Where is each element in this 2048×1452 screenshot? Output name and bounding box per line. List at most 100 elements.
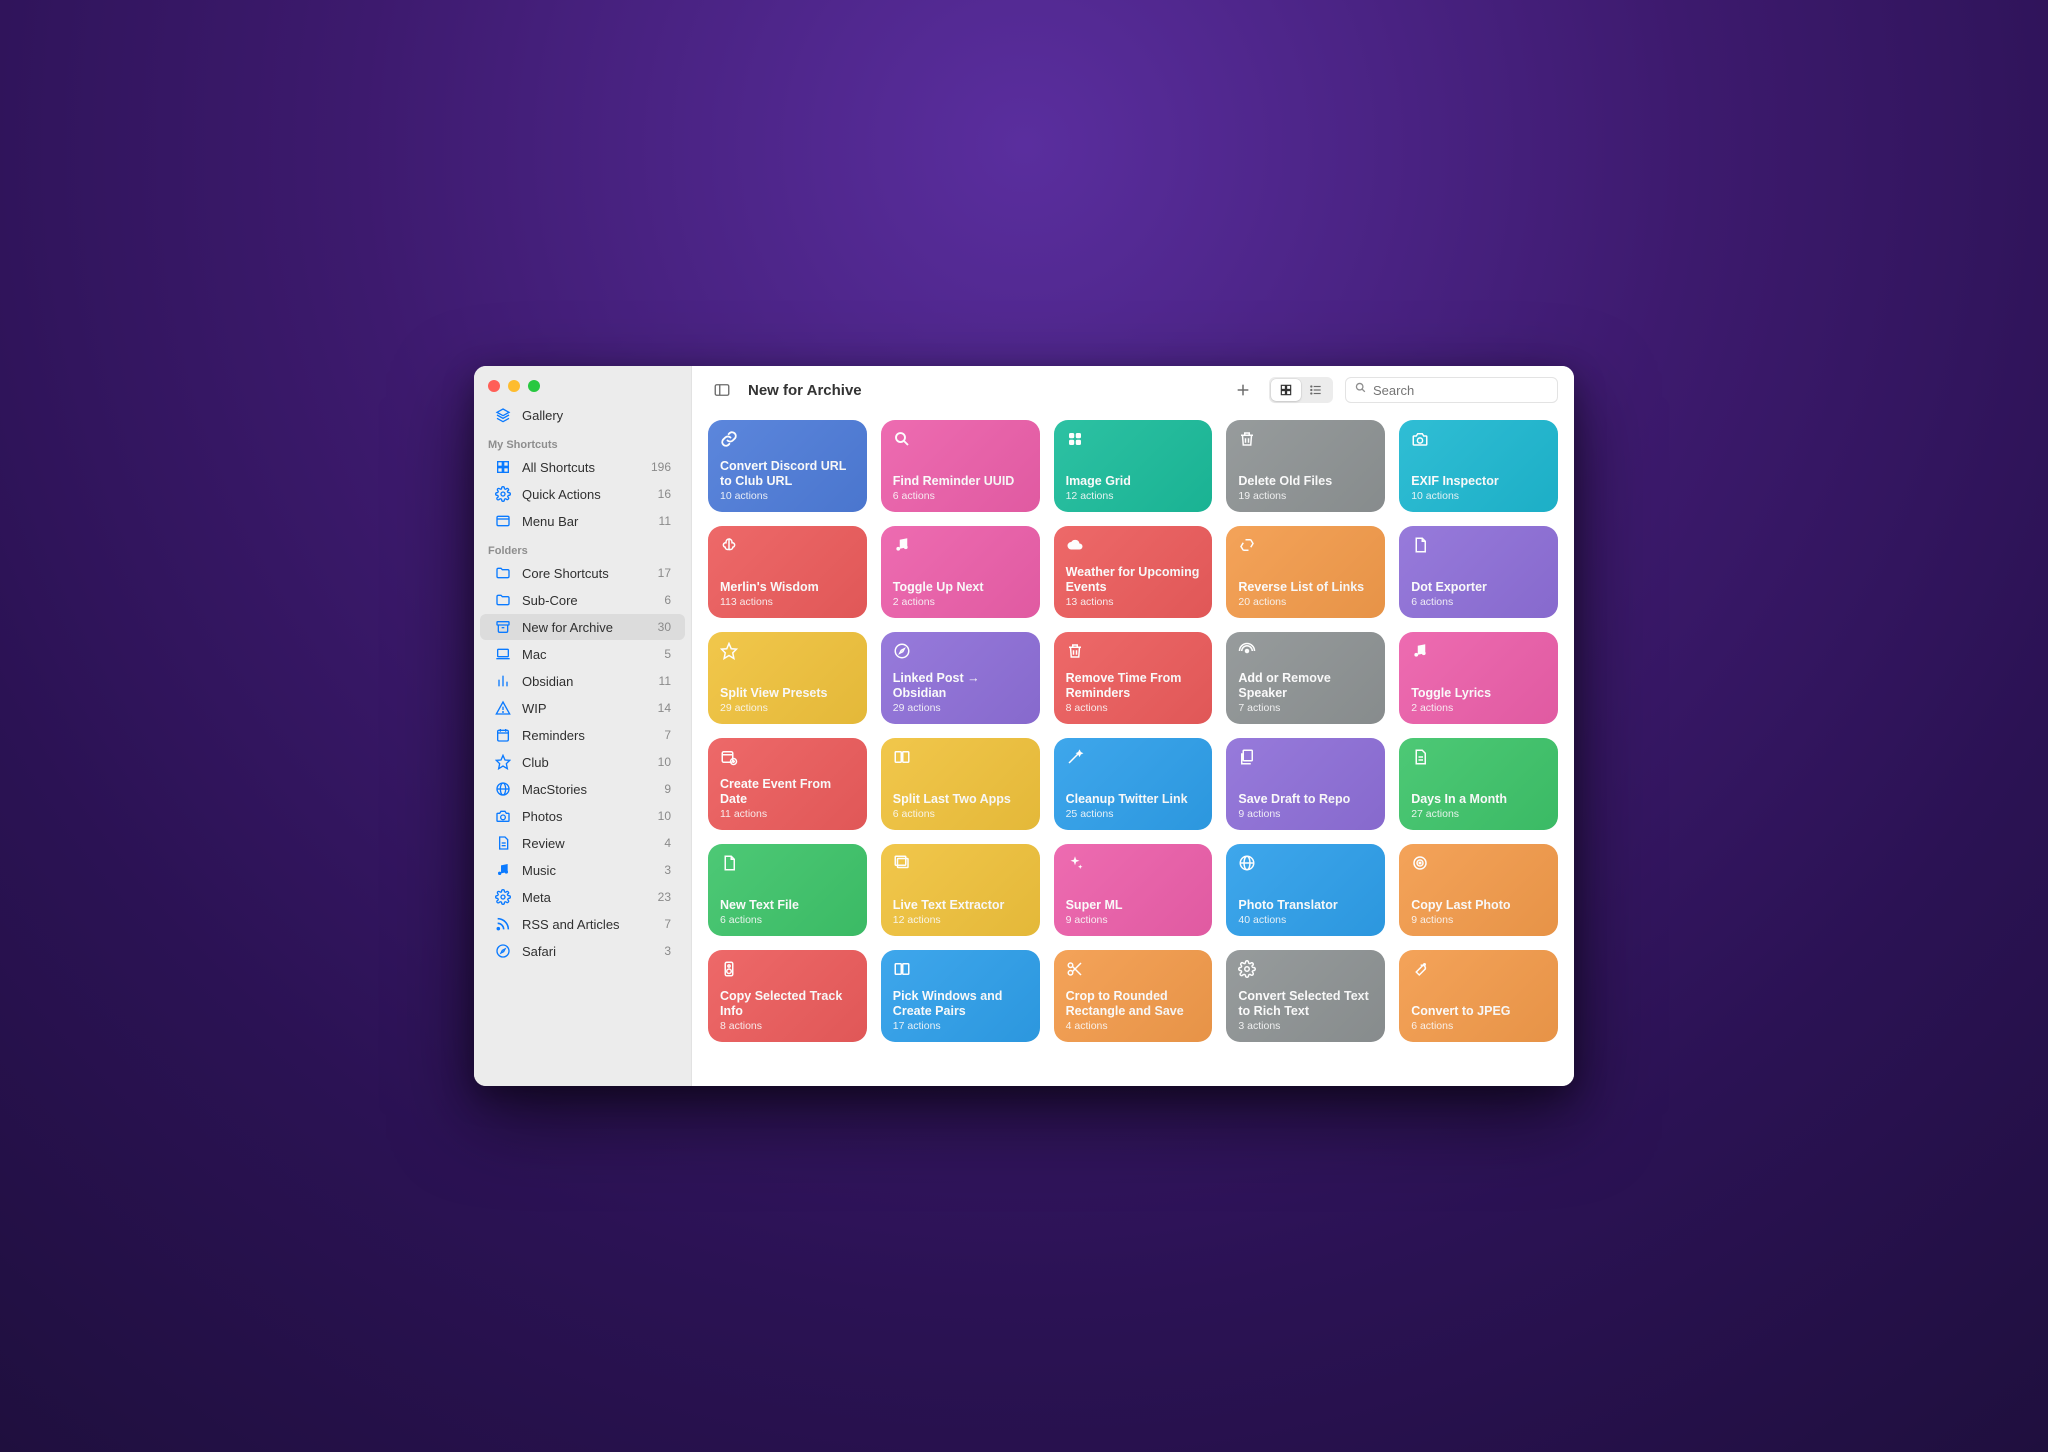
sidebar-item-club[interactable]: Club10 bbox=[480, 749, 685, 775]
shortcut-card[interactable]: Split Last Two Apps6 actions bbox=[881, 738, 1040, 830]
shortcut-title: Linked Post → Obsidian bbox=[893, 671, 1028, 702]
shortcut-card[interactable]: Split View Presets29 actions bbox=[708, 632, 867, 724]
sidebar-item-meta[interactable]: Meta23 bbox=[480, 884, 685, 910]
sidebar-item-count: 6 bbox=[664, 593, 671, 607]
warning-icon bbox=[494, 700, 512, 716]
shortcut-card[interactable]: Create Event From Date11 actions bbox=[708, 738, 867, 830]
window-controls bbox=[474, 376, 691, 402]
sidebar-item-new-for-archive[interactable]: New for Archive 30 bbox=[480, 614, 685, 640]
shortcut-card[interactable]: Cleanup Twitter Link25 actions bbox=[1054, 738, 1213, 830]
main-panel: New for Archive Convert Discord URL bbox=[692, 366, 1574, 1086]
shortcut-card[interactable]: Convert Selected Text to Rich Text3 acti… bbox=[1226, 950, 1385, 1042]
sidebar-item-review[interactable]: Review4 bbox=[480, 830, 685, 856]
shortcut-title: Convert Selected Text to Rich Text bbox=[1238, 989, 1373, 1020]
shortcut-card[interactable]: EXIF Inspector10 actions bbox=[1399, 420, 1558, 512]
calplus-icon bbox=[720, 748, 855, 766]
shortcut-card[interactable]: Add or Remove Speaker7 actions bbox=[1226, 632, 1385, 724]
shortcut-card[interactable]: Crop to Rounded Rectangle and Save4 acti… bbox=[1054, 950, 1213, 1042]
shortcut-card[interactable]: Linked Post → Obsidian29 actions bbox=[881, 632, 1040, 724]
sidebar-item-label: Safari bbox=[522, 944, 654, 959]
shortcut-card[interactable]: Find Reminder UUID6 actions bbox=[881, 420, 1040, 512]
sidebar-item-count: 10 bbox=[658, 755, 671, 769]
shortcut-card[interactable]: Dot Exporter6 actions bbox=[1399, 526, 1558, 618]
shortcut-card[interactable]: Copy Selected Track Info8 actions bbox=[708, 950, 867, 1042]
shortcut-title: Convert to JPEG bbox=[1411, 1004, 1546, 1020]
sidebar-item-mac[interactable]: Mac5 bbox=[480, 641, 685, 667]
close-window-button[interactable] bbox=[488, 380, 500, 392]
view-toggle bbox=[1269, 377, 1333, 403]
sidebar-item-sub-core[interactable]: Sub-Core6 bbox=[480, 587, 685, 613]
shortcut-card[interactable]: Merlin's Wisdom113 actions bbox=[708, 526, 867, 618]
shortcut-title: EXIF Inspector bbox=[1411, 474, 1546, 490]
sidebar-item-label: Music bbox=[522, 863, 654, 878]
sidebar-item-count: 16 bbox=[658, 487, 671, 501]
shortcut-card[interactable]: Save Draft to Repo9 actions bbox=[1226, 738, 1385, 830]
shortcut-card[interactable]: Remove Time From Reminders8 actions bbox=[1054, 632, 1213, 724]
shortcut-action-count: 12 actions bbox=[893, 914, 1028, 926]
shortcut-card[interactable]: Reverse List of Links20 actions bbox=[1226, 526, 1385, 618]
shortcut-action-count: 4 actions bbox=[1066, 1020, 1201, 1032]
shortcut-title: Super ML bbox=[1066, 898, 1201, 914]
sidebar-item-all-shortcuts[interactable]: All Shortcuts196 bbox=[480, 454, 685, 480]
sidebar-item-menu-bar[interactable]: Menu Bar 11 bbox=[480, 508, 685, 534]
shortcut-title: Delete Old Files bbox=[1238, 474, 1373, 490]
sidebar-item-label: Gallery bbox=[522, 408, 671, 423]
sidebar-item-label: Menu Bar bbox=[522, 514, 649, 529]
shortcut-card[interactable]: Weather for Upcoming Events13 actions bbox=[1054, 526, 1213, 618]
sidebar-item-count: 11 bbox=[659, 514, 671, 528]
shortcut-card[interactable]: Pick Windows and Create Pairs17 actions bbox=[881, 950, 1040, 1042]
recycle-icon bbox=[1238, 536, 1373, 554]
minimize-window-button[interactable] bbox=[508, 380, 520, 392]
sidebar-item-quick-actions[interactable]: Quick Actions16 bbox=[480, 481, 685, 507]
file-icon bbox=[1411, 536, 1546, 554]
star-icon bbox=[720, 642, 855, 660]
sidebar-item-core-shortcuts[interactable]: Core Shortcuts17 bbox=[480, 560, 685, 586]
shortcut-card[interactable]: Super ML9 actions bbox=[1054, 844, 1213, 936]
sidebar-item-photos[interactable]: Photos10 bbox=[480, 803, 685, 829]
shortcut-card[interactable]: Convert to JPEG6 actions bbox=[1399, 950, 1558, 1042]
search-field[interactable] bbox=[1345, 377, 1558, 403]
shortcut-card[interactable]: Image Grid12 actions bbox=[1054, 420, 1213, 512]
shortcut-action-count: 6 actions bbox=[893, 808, 1028, 820]
shortcut-card[interactable]: Delete Old Files19 actions bbox=[1226, 420, 1385, 512]
search-input[interactable] bbox=[1373, 383, 1549, 398]
shortcut-card[interactable]: Toggle Lyrics2 actions bbox=[1399, 632, 1558, 724]
shortcut-card[interactable]: Toggle Up Next2 actions bbox=[881, 526, 1040, 618]
shortcut-action-count: 12 actions bbox=[1066, 490, 1201, 502]
search-icon bbox=[893, 430, 1028, 448]
music-icon bbox=[494, 862, 512, 878]
rss-icon bbox=[494, 916, 512, 932]
sidebar-item-reminders[interactable]: Reminders7 bbox=[480, 722, 685, 748]
shortcut-card[interactable]: Live Text Extractor12 actions bbox=[881, 844, 1040, 936]
shortcut-card[interactable]: Photo Translator40 actions bbox=[1226, 844, 1385, 936]
toggle-sidebar-button[interactable] bbox=[708, 378, 736, 402]
sidebar-item-label: Reminders bbox=[522, 728, 654, 743]
shortcut-card[interactable]: Days In a Month27 actions bbox=[1399, 738, 1558, 830]
shortcut-title: Dot Exporter bbox=[1411, 580, 1546, 596]
sidebar-item-label: Obsidian bbox=[522, 674, 649, 689]
shortcut-action-count: 6 actions bbox=[893, 490, 1028, 502]
sidebar-item-obsidian[interactable]: Obsidian11 bbox=[480, 668, 685, 694]
sidebar-item-count: 30 bbox=[658, 620, 671, 634]
sidebar-item-label: New for Archive bbox=[522, 620, 648, 635]
shortcut-card[interactable]: New Text File6 actions bbox=[708, 844, 867, 936]
shortcut-action-count: 8 actions bbox=[1066, 702, 1201, 714]
sidebar-item-rss-and-articles[interactable]: RSS and Articles7 bbox=[480, 911, 685, 937]
sidebar-item-music[interactable]: Music3 bbox=[480, 857, 685, 883]
sidebar-section-my-shortcuts: My Shortcuts bbox=[474, 429, 691, 454]
add-shortcut-button[interactable] bbox=[1229, 378, 1257, 402]
sidebar-item-gallery[interactable]: Gallery bbox=[480, 402, 685, 428]
shortcut-action-count: 10 actions bbox=[720, 490, 855, 502]
shortcut-card[interactable]: Convert Discord URL to Club URL10 action… bbox=[708, 420, 867, 512]
grid-view-button[interactable] bbox=[1271, 379, 1301, 401]
shortcut-title: Copy Last Photo bbox=[1411, 898, 1546, 914]
shortcut-title: Reverse List of Links bbox=[1238, 580, 1373, 596]
shortcut-card[interactable]: Copy Last Photo9 actions bbox=[1399, 844, 1558, 936]
sidebar-item-wip[interactable]: WIP14 bbox=[480, 695, 685, 721]
shortcut-action-count: 25 actions bbox=[1066, 808, 1201, 820]
list-view-button[interactable] bbox=[1301, 379, 1331, 401]
sidebar-item-safari[interactable]: Safari3 bbox=[480, 938, 685, 964]
zoom-window-button[interactable] bbox=[528, 380, 540, 392]
sidebar-item-macstories[interactable]: MacStories9 bbox=[480, 776, 685, 802]
shortcut-action-count: 6 actions bbox=[1411, 1020, 1546, 1032]
